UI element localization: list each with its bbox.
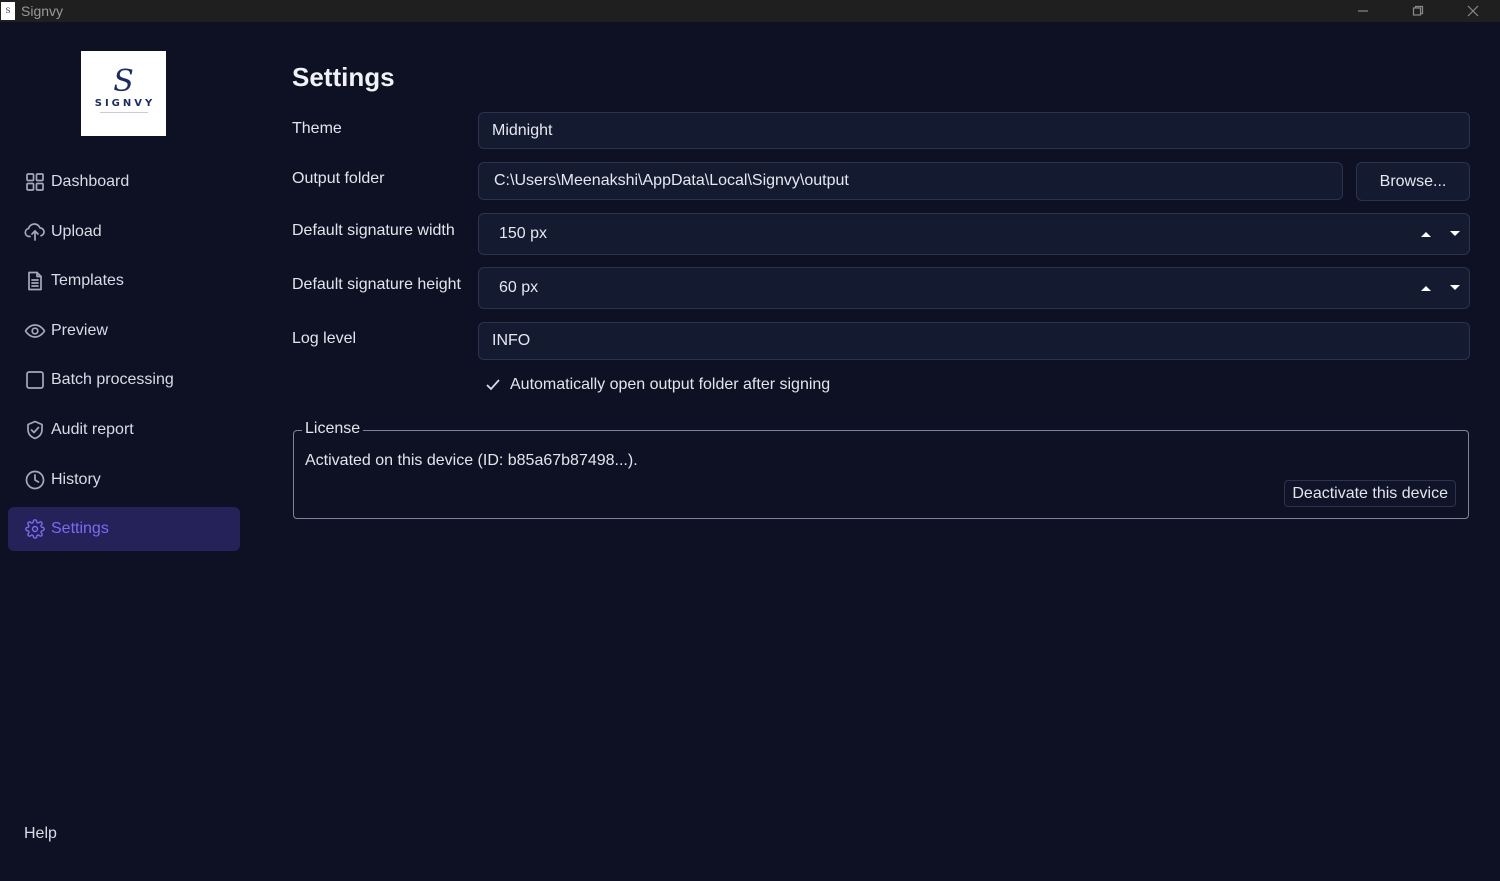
license-legend: License [302,420,364,438]
sidebar-item-upload[interactable]: Upload [8,210,240,254]
sidebar-item-history[interactable]: History [8,458,240,502]
sidebar-item-dashboard[interactable]: Dashboard [8,160,240,204]
caret-down-icon [1449,231,1460,236]
log-level-value: INFO [492,332,531,349]
sidebar-item-label: Audit report [51,420,134,438]
sidebar-item-batch-processing[interactable]: Batch processing [8,358,240,402]
sidebar-item-audit-report[interactable]: Audit report [8,408,240,452]
gear-icon [24,518,46,540]
logo-wordmark: SIGNVY [94,98,156,109]
window-title: Signvy [21,3,64,19]
minimize-button[interactable] [1335,0,1390,22]
clock-icon [24,469,46,491]
signature-width-increment-button[interactable] [1411,214,1440,254]
auto-open-checkbox[interactable]: Automatically open output folder after s… [484,376,830,394]
theme-select[interactable]: Midnight [478,112,1470,149]
checkmark-icon [484,376,502,394]
deactivate-device-button[interactable]: Deactivate this device [1284,480,1456,507]
restore-icon [1412,5,1423,16]
sidebar-item-label: Batch processing [51,371,174,389]
signature-height-spin-buttons [1411,268,1469,308]
shield-check-icon [24,419,46,441]
eye-icon [24,320,46,342]
window-controls [1335,0,1500,22]
caret-down-icon [1449,285,1460,290]
restore-button[interactable] [1390,0,1445,22]
signature-width-value: 150 px [499,225,548,242]
logo-tagline-rule [99,112,148,113]
log-level-select[interactable]: INFO [478,322,1470,360]
sidebar-item-label: Dashboard [51,173,130,190]
sidebar-item-label: Preview [51,321,108,339]
theme-value: Midnight [492,121,553,139]
caret-up-icon [1420,232,1431,237]
help-link[interactable]: Help [24,825,57,843]
signature-height-value: 60 px [499,279,539,296]
page-title: Settings [292,62,395,92]
title-bar: S Signvy [0,0,1500,22]
auto-open-label: Automatically open output folder after s… [510,376,831,393]
signature-height-label: Default signature height [292,276,461,293]
sidebar: S SIGNVY Dashboard Upload Templates Prev… [0,22,248,881]
output-folder-field[interactable]: C:\Users\Meenakshi\AppData\Local\Signvy\… [478,162,1343,200]
sidebar-item-label: Settings [51,520,109,538]
sidebar-item-templates[interactable]: Templates [8,259,240,303]
signature-width-spin-buttons [1411,214,1469,254]
signature-width-stepper[interactable]: 150 px [478,213,1470,255]
log-level-label: Log level [292,330,357,347]
sidebar-item-label: History [51,470,101,488]
sidebar-item-label: Upload [51,222,102,240]
minimize-icon [1357,10,1368,12]
app-icon-letter: S [5,7,11,15]
browse-button[interactable]: Browse... [1356,162,1470,201]
sidebar-item-preview[interactable]: Preview [8,309,240,353]
output-folder-value: C:\Users\Meenakshi\AppData\Local\Signvy\… [494,172,849,189]
theme-label: Theme [292,120,342,137]
output-folder-label: Output folder [292,170,385,187]
app-icon: S [1,2,15,20]
signvy-logo: S SIGNVY [81,51,166,136]
sidebar-item-label: Templates [51,272,124,290]
signature-height-decrement-button[interactable] [1440,268,1469,308]
sidebar-item-settings[interactable]: Settings [8,507,240,552]
caret-up-icon [1420,286,1431,291]
close-button[interactable] [1445,0,1500,22]
signature-width-label: Default signature width [292,222,455,239]
sidebar-nav: Dashboard Upload Templates Preview Batch… [8,160,240,557]
signature-height-stepper[interactable]: 60 px [478,267,1470,309]
square-icon [24,369,46,391]
dashboard-grid-icon [24,171,46,193]
logo-mark: S [113,64,134,99]
signature-height-increment-button[interactable] [1411,268,1440,308]
document-icon [24,270,46,292]
license-group: License Activated on this device (ID: b8… [293,420,1469,519]
signature-width-decrement-button[interactable] [1440,214,1469,254]
close-icon [1467,5,1478,17]
cloud-upload-icon [24,221,46,243]
license-status-text: Activated on this device (ID: b85a67b874… [305,452,638,469]
